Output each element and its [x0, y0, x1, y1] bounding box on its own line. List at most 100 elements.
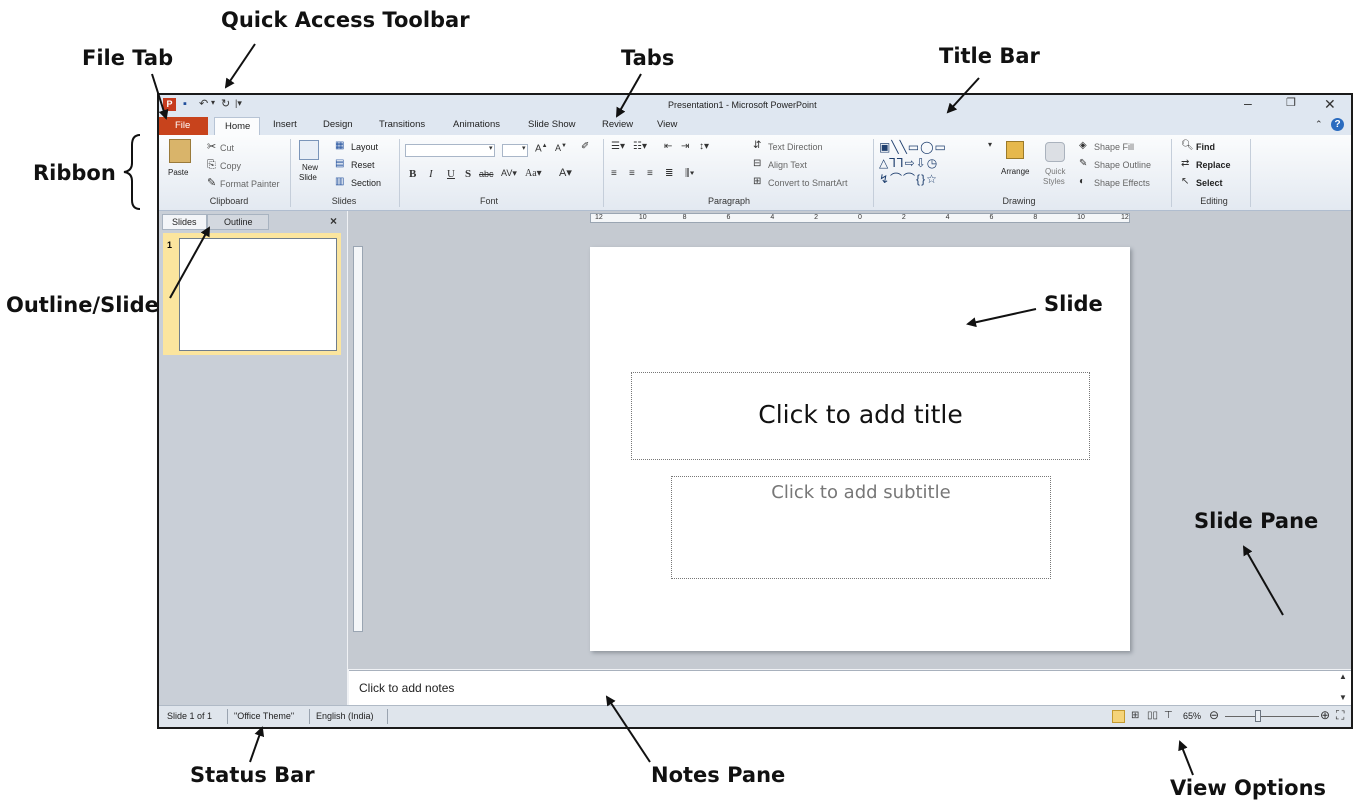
arrange-button[interactable]: Arrange	[1001, 167, 1029, 176]
clear-formatting-icon[interactable]: ✐	[581, 142, 589, 152]
zoom-level[interactable]: 65%	[1183, 711, 1201, 721]
subtitle-placeholder[interactable]: Click to add subtitle	[671, 476, 1051, 579]
tab-slides[interactable]: Slides	[162, 214, 207, 230]
text-direction-button[interactable]: Text Direction	[768, 142, 823, 152]
shadow-icon[interactable]: S	[465, 169, 471, 180]
character-spacing-icon[interactable]: AV▾	[501, 169, 517, 178]
numbering-icon[interactable]: ☷▾	[633, 142, 647, 152]
notes-pane[interactable]: Click to add notes ▲ ▼	[349, 670, 1351, 707]
format-painter-button[interactable]: Format Painter	[220, 179, 280, 189]
tab-insert[interactable]: Insert	[273, 119, 297, 130]
section-button[interactable]: Section	[351, 178, 381, 188]
reset-button[interactable]: Reset	[351, 160, 375, 170]
shape-fill-button[interactable]: Shape Fill	[1094, 142, 1134, 152]
font-name-combo[interactable]	[405, 144, 495, 157]
shape-effects-button[interactable]: Shape Effects	[1094, 178, 1150, 188]
normal-view-icon[interactable]	[1112, 710, 1125, 723]
new-slide-button-line2[interactable]: Slide	[299, 173, 317, 182]
tab-review[interactable]: Review	[602, 119, 633, 130]
fit-to-window-icon[interactable]: ⛶	[1336, 709, 1344, 721]
copy-button[interactable]: Copy	[220, 161, 241, 171]
change-case-icon[interactable]: Aa▾	[525, 169, 542, 179]
zoom-slider-thumb[interactable]	[1255, 710, 1261, 722]
convert-smartart-button[interactable]: Convert to SmartArt	[768, 178, 848, 188]
bold-icon[interactable]: B	[409, 169, 416, 180]
increase-indent-icon[interactable]: ⇥	[681, 142, 689, 152]
paste-icon[interactable]	[169, 139, 191, 163]
line-spacing-icon[interactable]: ↕▾	[699, 142, 709, 152]
notes-placeholder[interactable]: Click to add notes	[359, 681, 454, 695]
shapes-gallery[interactable]: ▣╲╲▭◯▭ △⅂⅂⇨⇩◷ ↯⌒⌒{}☆	[879, 139, 987, 191]
group-label-clipboard: Clipboard	[209, 196, 249, 206]
redo-icon[interactable]: ↻	[221, 99, 230, 110]
tab-home[interactable]: Home	[214, 117, 260, 136]
cut-button[interactable]: Cut	[220, 143, 234, 153]
quick-styles-button-line2[interactable]: Styles	[1043, 177, 1065, 186]
align-right-icon[interactable]: ≡	[647, 169, 653, 179]
gallery-more-icon[interactable]: ▾	[988, 141, 992, 149]
zoom-in-icon[interactable]: ⊕	[1320, 709, 1330, 721]
align-text-button[interactable]: Align Text	[768, 160, 807, 170]
slide-thumbnail[interactable]	[179, 238, 337, 351]
scroll-up-icon[interactable]: ▲	[1339, 673, 1347, 681]
select-button[interactable]: Select	[1196, 178, 1223, 188]
title-placeholder[interactable]: Click to add title	[631, 372, 1090, 460]
decrease-indent-icon[interactable]: ⇤	[664, 142, 672, 152]
shape-outline-button[interactable]: Shape Outline	[1094, 160, 1151, 170]
new-slide-button[interactable]: New	[302, 163, 318, 172]
powerpoint-icon[interactable]: P	[163, 98, 176, 111]
close-icon[interactable]: ✕	[1324, 97, 1336, 111]
font-color-icon[interactable]: A▾	[559, 168, 572, 179]
italic-icon[interactable]: I	[429, 169, 433, 180]
select-icon: ↖	[1181, 176, 1190, 187]
callout-title-bar: Title Bar	[939, 44, 1040, 68]
slide-show-icon[interactable]: ⊤	[1164, 711, 1173, 721]
slide-thumbnail-selected[interactable]: 1	[163, 233, 341, 355]
underline-icon[interactable]: U	[447, 169, 455, 180]
quick-styles-button[interactable]: Quick	[1045, 167, 1065, 176]
align-center-icon[interactable]: ≡	[629, 169, 635, 179]
tab-transitions[interactable]: Transitions	[379, 119, 425, 130]
status-theme[interactable]: "Office Theme"	[234, 711, 294, 721]
tab-file[interactable]: File	[159, 117, 208, 135]
zoom-out-icon[interactable]: ⊖	[1209, 709, 1219, 721]
shrink-font-icon[interactable]: A▼	[555, 143, 567, 153]
replace-button[interactable]: Replace	[1196, 160, 1231, 170]
help-icon[interactable]: ?	[1331, 118, 1344, 131]
scroll-down-icon[interactable]: ▼	[1339, 694, 1347, 702]
columns-icon[interactable]: ⫼▾	[685, 169, 694, 179]
vertical-ruler[interactable]	[353, 246, 363, 632]
status-language[interactable]: English (India)	[316, 711, 374, 721]
minimize-icon[interactable]: –	[1244, 96, 1252, 110]
grow-font-icon[interactable]: A▲	[535, 143, 548, 154]
reading-view-icon[interactable]: ▯▯	[1147, 711, 1158, 721]
restore-icon[interactable]: ❐	[1286, 98, 1296, 109]
layout-button[interactable]: Layout	[351, 142, 378, 152]
save-icon[interactable]: ▪	[183, 99, 187, 110]
find-button[interactable]: Find	[1196, 142, 1215, 152]
undo-icon[interactable]: ↶	[199, 99, 208, 110]
bullets-icon[interactable]: ☰▾	[611, 142, 625, 152]
quick-styles-icon[interactable]	[1045, 142, 1065, 162]
horizontal-ruler[interactable]: 12 10 8 6 4 2 0 2 4 6 8 10 12	[590, 213, 1130, 223]
new-slide-icon[interactable]	[299, 140, 319, 160]
group-label-paragraph: Paragraph	[707, 196, 751, 206]
zoom-slider-track[interactable]	[1225, 716, 1319, 717]
tab-view[interactable]: View	[657, 119, 677, 130]
tab-animations[interactable]: Animations	[453, 119, 500, 130]
chevron-down-icon[interactable]: ▾	[211, 99, 215, 107]
chevron-down-icon[interactable]: ▾	[522, 145, 526, 152]
minimize-ribbon-icon[interactable]: ⌃	[1315, 120, 1323, 129]
customize-toolbar-icon[interactable]: |▾	[235, 99, 242, 108]
chevron-down-icon[interactable]: ▾	[489, 145, 493, 152]
slide-sorter-icon[interactable]: ⊞	[1131, 711, 1139, 721]
paste-button[interactable]: Paste	[168, 168, 188, 177]
arrange-icon[interactable]	[1006, 141, 1024, 159]
justify-icon[interactable]: ≣	[665, 169, 673, 179]
tab-slide-show[interactable]: Slide Show	[528, 119, 576, 130]
strikethrough-icon[interactable]: abc	[479, 170, 494, 179]
tab-outline[interactable]: Outline	[207, 214, 269, 230]
align-left-icon[interactable]: ≡	[611, 169, 617, 179]
tab-design[interactable]: Design	[323, 119, 353, 130]
close-pane-icon[interactable]: ×	[330, 214, 337, 228]
